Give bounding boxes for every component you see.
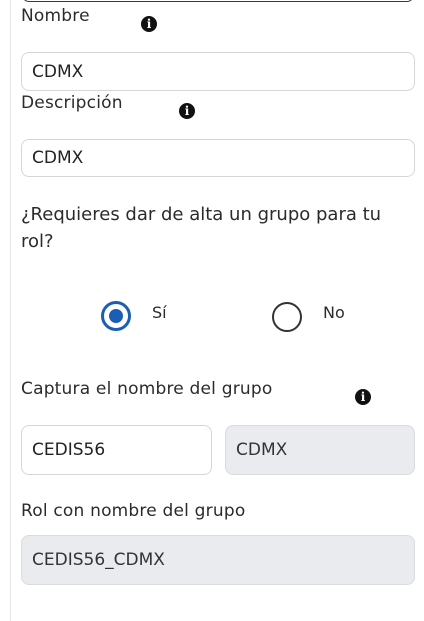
captura-label: Captura el nombre del grupo xyxy=(21,379,273,399)
nombre-input[interactable] xyxy=(21,52,415,91)
grupo-input[interactable] xyxy=(21,425,212,475)
nombre-label: Nombre xyxy=(21,6,90,26)
rol-label: Rol con nombre del grupo xyxy=(21,501,246,521)
rol-field: CEDIS56_CDMX xyxy=(21,535,415,585)
radio-si[interactable] xyxy=(101,301,131,331)
descripcion-input[interactable] xyxy=(21,139,415,177)
captura-info-icon[interactable]: i xyxy=(355,389,371,405)
descripcion-label: Descripción xyxy=(21,93,123,113)
previous-field-edge xyxy=(22,0,414,2)
group-question: ¿Requieres dar de alta un grupo para tu … xyxy=(21,204,382,252)
descripcion-info-icon[interactable]: i xyxy=(179,103,195,119)
grupo-suffix-field: CDMX xyxy=(225,425,415,475)
panel-left-border xyxy=(10,0,11,621)
radio-no[interactable] xyxy=(272,302,302,332)
radio-si-dot xyxy=(109,309,123,323)
radio-no-label[interactable]: No xyxy=(323,303,345,322)
nombre-info-icon[interactable]: i xyxy=(141,16,157,32)
radio-si-label[interactable]: Sí xyxy=(152,303,167,322)
